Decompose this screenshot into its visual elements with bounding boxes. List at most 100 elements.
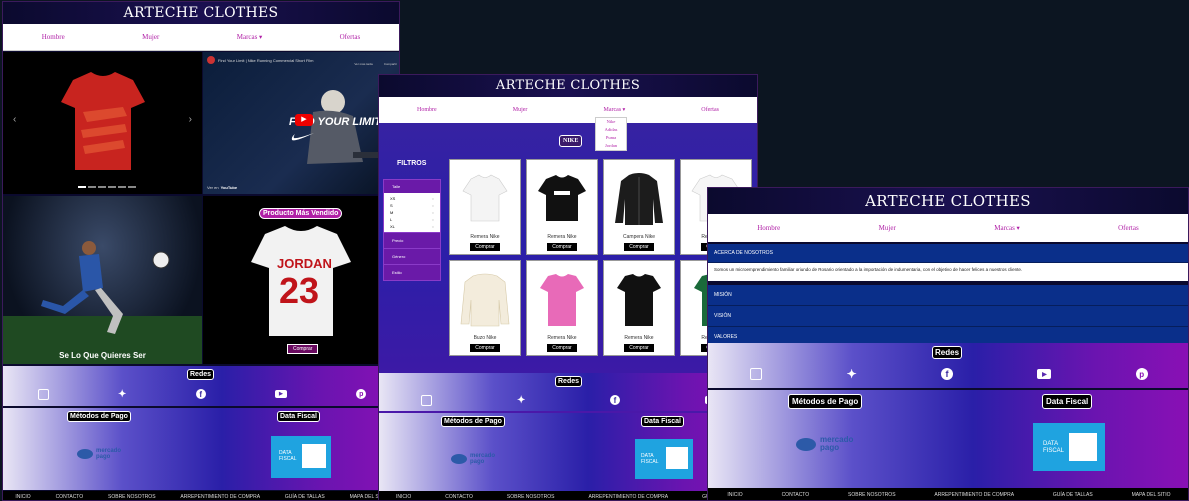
footer-arrepentimiento[interactable]: ARREPENTIMIENTO DE COMPRA xyxy=(934,492,1014,498)
nav-mujer[interactable]: Mujer xyxy=(879,224,896,232)
nav-mujer[interactable]: Mujer xyxy=(142,33,159,41)
footer-guia[interactable]: GUÍA DE TALLAS xyxy=(285,494,325,500)
nav-ofertas[interactable]: Ofertas xyxy=(1118,224,1139,232)
brand-bar: ARTECHE CLOTHES xyxy=(379,75,757,97)
product-carousel: ‹ › xyxy=(3,52,202,194)
size-radio-s[interactable]: ○ xyxy=(432,202,434,209)
brand-title[interactable]: ARTECHE CLOTHES xyxy=(496,78,640,93)
filter-talle[interactable]: Talle xyxy=(384,180,440,193)
youtube-icon[interactable]: ▶ xyxy=(1037,369,1052,379)
soccer-caption: Se Lo Que Quieres Ser xyxy=(59,351,146,360)
accordion-vision[interactable]: VISIÓN xyxy=(708,306,1188,327)
fiscal-label: Data Fiscal xyxy=(641,416,684,427)
payment-label: Métodos de Pago xyxy=(788,394,863,409)
size-radio-l[interactable]: ○ xyxy=(432,216,434,223)
data-fiscal-box[interactable]: DATA FISCAL xyxy=(635,439,693,479)
footer-sobre[interactable]: SOBRE NOSOTROS xyxy=(848,492,896,498)
buy-button[interactable]: Comprar xyxy=(287,344,319,354)
about-accordion: ACERCA DE NOSOTROS Somos un microemprend… xyxy=(708,244,1188,348)
nav-hombre[interactable]: Hombre xyxy=(42,33,65,41)
instagram-icon[interactable] xyxy=(37,388,49,400)
product-name: Campera Nike xyxy=(623,234,655,240)
video-player[interactable]: Find Your Limit | Nike Running Commercia… xyxy=(203,52,399,194)
facebook-icon[interactable]: f xyxy=(941,368,953,380)
nav-marcas[interactable]: Marcas xyxy=(604,107,626,113)
twitter-icon[interactable]: ✦ xyxy=(118,389,126,400)
youtube-label[interactable]: YouTube xyxy=(221,185,238,190)
nav-marcas[interactable]: Marcas xyxy=(994,224,1019,232)
size-radio-m[interactable]: ○ xyxy=(432,209,434,216)
product-image xyxy=(458,269,512,331)
brand-title[interactable]: ARTECHE CLOTHES xyxy=(124,5,279,21)
footer-sobre[interactable]: SOBRE NOSOTROS xyxy=(108,494,156,500)
buy-button[interactable]: Comprar xyxy=(546,242,578,252)
nav-ofertas[interactable]: Ofertas xyxy=(340,33,361,41)
size-radio-xl[interactable]: ○ xyxy=(432,223,434,230)
buy-button[interactable]: Comprar xyxy=(623,343,655,353)
fiscal-label: Data Fiscal xyxy=(1042,394,1093,409)
youtube-play-icon[interactable]: ▶ xyxy=(295,114,313,126)
dropdown-item-adidas[interactable]: Adidas xyxy=(596,126,626,134)
youtube-icon[interactable]: ▶ xyxy=(274,390,287,398)
jersey-text: JORDAN xyxy=(277,256,332,271)
footer-contacto[interactable]: CONTACTO xyxy=(56,494,84,500)
instagram-icon[interactable] xyxy=(750,368,763,380)
pinterest-icon[interactable]: p xyxy=(1135,368,1148,380)
dropdown-item-puma[interactable]: Puma xyxy=(596,134,626,142)
product-card: Remera Nike Comprar xyxy=(526,260,598,356)
footer-guia[interactable]: GUÍA DE TALLAS xyxy=(1053,492,1093,498)
filter-precio[interactable]: Precio xyxy=(384,232,440,248)
dropdown-item-jordan[interactable]: Jordan xyxy=(596,142,626,150)
facebook-icon[interactable]: f xyxy=(195,389,206,399)
red-tshirt-image xyxy=(61,72,145,170)
mercado-pago-logo: mercado pago xyxy=(796,436,853,452)
footer-sobre[interactable]: SOBRE NOSOTROS xyxy=(507,494,555,500)
nav-hombre[interactable]: Hombre xyxy=(417,107,437,113)
nav-ofertas[interactable]: Ofertas xyxy=(701,107,719,113)
product-card: Buzo Nike Comprar xyxy=(449,260,521,356)
twitter-icon[interactable]: ✦ xyxy=(517,395,525,406)
footer-inicio[interactable]: INICIO xyxy=(15,494,30,500)
nav-marcas[interactable]: Marcas xyxy=(237,33,262,41)
watch-on-label: Ver en xyxy=(207,185,219,190)
product-name: Remera Nike xyxy=(624,335,654,341)
dropdown-item-nike[interactable]: Nike xyxy=(596,118,626,126)
section-title: NIKE xyxy=(559,135,583,147)
product-card: Campera Nike Comprar xyxy=(603,159,675,255)
mercado-pago-logo: mercado pago xyxy=(77,448,121,460)
soccer-banner: Se Lo Que Quieres Ser xyxy=(3,196,202,364)
footer-mapa[interactable]: MAPA DEL SITIO xyxy=(1132,492,1171,498)
footer-arrepentimiento[interactable]: ARREPENTIMIENTO DE COMPRA xyxy=(588,494,668,500)
redes-label: Redes xyxy=(932,346,963,359)
size-radio-xs[interactable]: ○ xyxy=(432,195,434,202)
data-fiscal-box[interactable]: DATA FISCAL xyxy=(1033,423,1105,471)
facebook-icon[interactable]: f xyxy=(609,395,620,405)
instagram-icon[interactable] xyxy=(421,394,433,406)
data-fiscal-box[interactable]: DATA FISCAL xyxy=(271,436,331,478)
footer-inicio[interactable]: INICIO xyxy=(396,494,411,500)
buy-button[interactable]: Comprar xyxy=(546,343,578,353)
pinterest-icon[interactable]: p xyxy=(356,389,367,399)
footer-arrepentimiento[interactable]: ARREPENTIMIENTO DE COMPRA xyxy=(180,494,260,500)
carousel-next-icon[interactable]: › xyxy=(189,114,192,125)
buy-button[interactable]: Comprar xyxy=(469,242,501,252)
brand-title[interactable]: ARTECHE CLOTHES xyxy=(865,192,1031,210)
footer-contacto[interactable]: CONTACTO xyxy=(782,492,810,498)
footer-inicio[interactable]: INICIO xyxy=(727,492,742,498)
buy-button[interactable]: Comprar xyxy=(623,242,655,252)
filter-genero[interactable]: Género xyxy=(384,248,440,264)
accordion-mision[interactable]: MISIÓN xyxy=(708,285,1188,306)
filter-estilo[interactable]: Estilo xyxy=(384,264,440,280)
accordion-acerca[interactable]: ACERCA DE NOSOTROS xyxy=(708,244,1188,263)
brand-bar: ARTECHE CLOTHES xyxy=(708,188,1188,214)
window-about: ARTECHE CLOTHES Hombre Mujer Marcas Ofer… xyxy=(707,187,1189,501)
footer-contacto[interactable]: CONTACTO xyxy=(445,494,473,500)
buy-button[interactable]: Comprar xyxy=(469,343,501,353)
payment-section: Métodos de Pago Data Fiscal mercado pago … xyxy=(3,408,399,490)
carousel-indicators[interactable] xyxy=(78,186,136,188)
carousel-prev-icon[interactable]: ‹ xyxy=(13,114,16,125)
nav-hombre[interactable]: Hombre xyxy=(757,224,780,232)
nav-mujer[interactable]: Mujer xyxy=(513,107,528,113)
footer: INICIO CONTACTO SOBRE NOSOTROS ARREPENTI… xyxy=(708,488,1188,500)
twitter-icon[interactable]: ✦ xyxy=(847,367,857,381)
